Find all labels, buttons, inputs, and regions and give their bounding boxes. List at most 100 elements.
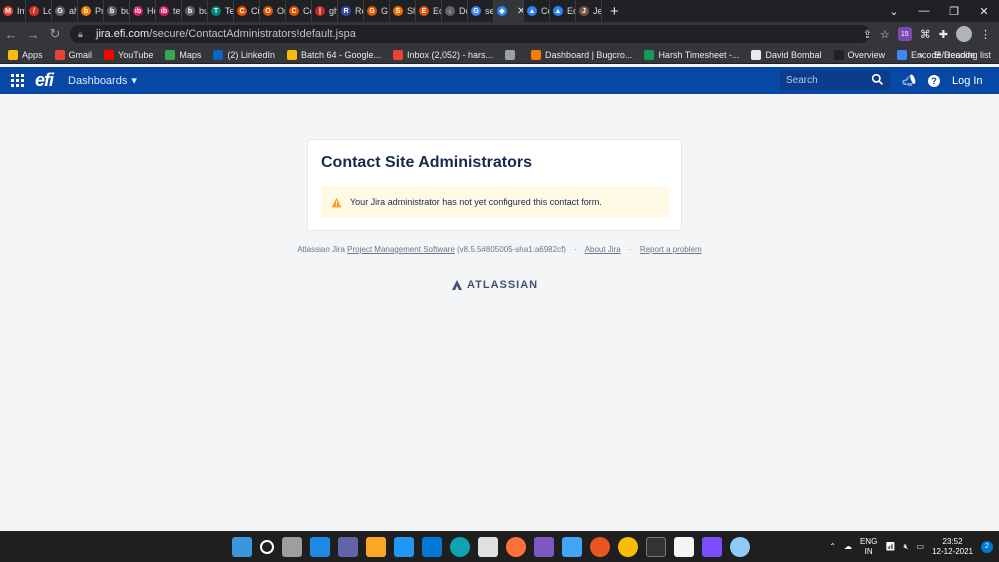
- notepad-icon[interactable]: [562, 536, 582, 557]
- browser-tab[interactable]: b Pr: [78, 0, 104, 22]
- announcement-icon[interactable]: 📣︎: [902, 74, 916, 87]
- restore-icon[interactable]: ❐: [939, 5, 969, 18]
- chrome-icon[interactable]: [618, 536, 638, 557]
- file-explorer-icon[interactable]: [366, 536, 386, 557]
- extension-icon[interactable]: ⌘: [920, 28, 931, 41]
- snipping-icon[interactable]: [534, 536, 554, 557]
- new-tab-button[interactable]: +: [610, 3, 619, 20]
- efi-logo[interactable]: efi: [35, 70, 54, 91]
- bookmarks-more-button[interactable]: »: [918, 50, 923, 60]
- browser-tab[interactable]: ib Ho: [130, 0, 156, 22]
- menu-icon[interactable]: ⋮: [980, 28, 991, 41]
- ubuntu-icon[interactable]: [590, 536, 610, 557]
- browser-tab[interactable]: T Te: [208, 0, 234, 22]
- clock[interactable]: 23:52 12-12-2021: [932, 537, 973, 557]
- tab-search-icon[interactable]: ⌄: [879, 5, 909, 18]
- volume-icon[interactable]: 🔇︎: [903, 542, 908, 552]
- bookmark-item[interactable]: Dashboard | Bugcro...: [531, 49, 632, 60]
- store-icon[interactable]: [394, 536, 414, 557]
- language-indicator[interactable]: ENG IN: [860, 537, 877, 557]
- browser-tab[interactable]: ▲ Co: [524, 0, 550, 22]
- bookmark-item[interactable]: Inbox (2,052) - hars...: [393, 49, 494, 60]
- minimize-icon[interactable]: —: [909, 5, 939, 17]
- tab-close-icon[interactable]: ✕: [517, 6, 523, 17]
- browser-tab[interactable]: bbu: [182, 0, 208, 22]
- help-icon[interactable]: ?: [927, 74, 940, 87]
- close-window-icon[interactable]: ✕: [969, 5, 999, 18]
- browser-tab[interactable]: C Co: [286, 0, 312, 22]
- browser-tab[interactable]: Gse: [468, 0, 494, 22]
- bookmark-item[interactable]: Harsh Timesheet -...: [644, 49, 739, 60]
- url-input[interactable]: 🔒︎ jira.efi.com/secure/ContactAdministra…: [70, 25, 870, 43]
- browser-tab[interactable]: ◆✕: [494, 0, 524, 22]
- browser-tab[interactable]: R Re: [338, 0, 364, 22]
- bookmark-item[interactable]: Overview: [833, 49, 885, 60]
- java-icon[interactable]: [674, 536, 694, 557]
- browser-tab[interactable]: O On: [260, 0, 286, 22]
- onedrive-icon[interactable]: ☁: [844, 542, 852, 551]
- about-jira-link[interactable]: About Jira: [585, 245, 621, 254]
- notion-icon[interactable]: [478, 536, 498, 557]
- lock-icon[interactable]: 🔒︎: [78, 29, 90, 40]
- browser-tab[interactable]: GG I: [364, 0, 390, 22]
- pms-link[interactable]: Project Management Software: [347, 245, 455, 254]
- dashboards-menu[interactable]: Dashboards ▾: [68, 74, 137, 88]
- visual-studio-icon[interactable]: [702, 536, 722, 557]
- reading-list-button[interactable]: ☰ Reading list: [933, 50, 991, 61]
- browser-tab-strip: MInt/LoGahbPrbbuibHoibtebbuTTeCCitOOnCCo…: [0, 0, 999, 22]
- atlassian-logo[interactable]: ATLASSIAN: [452, 279, 538, 291]
- bookmark-item[interactable]: Gmail: [54, 49, 92, 60]
- bookmark-item[interactable]: [505, 49, 519, 60]
- bookmark-favicon-icon: [751, 49, 762, 60]
- browser-tab[interactable]: C Cit: [234, 0, 260, 22]
- extension-badge[interactable]: 15: [897, 27, 912, 41]
- bookmark-item[interactable]: Batch 64 - Google...: [286, 49, 381, 60]
- teams-chat-icon[interactable]: [338, 536, 358, 557]
- profile-avatar[interactable]: [956, 26, 972, 42]
- login-link[interactable]: Log In: [952, 75, 983, 87]
- bookmarks-right: » ☰ Reading list: [918, 46, 991, 64]
- back-icon[interactable]: ←: [0, 27, 22, 42]
- browser-tab[interactable]: E Ed: [416, 0, 442, 22]
- terminal-icon[interactable]: [646, 536, 666, 557]
- widgets-icon[interactable]: [310, 536, 330, 557]
- bookmark-item[interactable]: YouTube: [104, 49, 153, 60]
- search-taskbar-icon[interactable]: [260, 539, 274, 554]
- tab-favicon-icon: C: [237, 6, 247, 16]
- browser-tab[interactable]: ib te: [156, 0, 182, 22]
- bookmark-item[interactable]: Maps: [165, 49, 201, 60]
- search-input[interactable]: Search: [780, 70, 890, 90]
- firefox-icon[interactable]: [506, 536, 526, 557]
- share-icon[interactable]: ⇪: [863, 28, 872, 41]
- bookmark-label: Inbox (2,052) - hars...: [407, 49, 494, 60]
- mail-icon[interactable]: [422, 536, 442, 557]
- app-switcher-icon[interactable]: [11, 73, 25, 88]
- reload-icon[interactable]: ↻: [44, 26, 66, 42]
- task-view-icon[interactable]: [282, 536, 302, 557]
- notification-badge[interactable]: 2: [981, 540, 993, 553]
- battery-icon[interactable]: ▭: [917, 542, 925, 551]
- browser-tab[interactable]: M Int: [0, 0, 26, 22]
- chrome-alt-icon[interactable]: [730, 536, 750, 557]
- search-icon[interactable]: [871, 73, 884, 86]
- browser-tab[interactable]: Gah: [52, 0, 78, 22]
- tray-chevron-icon[interactable]: ⌃: [829, 542, 836, 551]
- browser-tab[interactable]: bbu: [104, 0, 130, 22]
- extensions-puzzle-icon[interactable]: ✚: [939, 28, 948, 41]
- start-icon[interactable]: [232, 536, 252, 557]
- browser-tab[interactable]: | gh: [312, 0, 338, 22]
- wifi-icon[interactable]: 📶︎: [885, 542, 895, 551]
- bookmark-item[interactable]: David Bombal: [751, 49, 822, 60]
- browser-tab[interactable]: ▲ Ed: [550, 0, 576, 22]
- browser-tab[interactable]: J Jel: [576, 0, 602, 22]
- forward-icon[interactable]: →: [22, 27, 44, 42]
- edge-icon[interactable]: [450, 536, 470, 557]
- report-problem-link[interactable]: Report a problem: [640, 245, 702, 254]
- bookmark-star-icon[interactable]: ☆: [880, 28, 890, 41]
- bookmark-item[interactable]: Apps: [8, 49, 43, 60]
- bookmark-label: Apps: [22, 49, 43, 60]
- browser-tab[interactable]: / Lo: [26, 0, 52, 22]
- bookmark-item[interactable]: (2) LinkedIn: [213, 49, 275, 60]
- browser-tab[interactable]: S Sh: [390, 0, 416, 22]
- browser-tab[interactable]: ↓ Do: [442, 0, 468, 22]
